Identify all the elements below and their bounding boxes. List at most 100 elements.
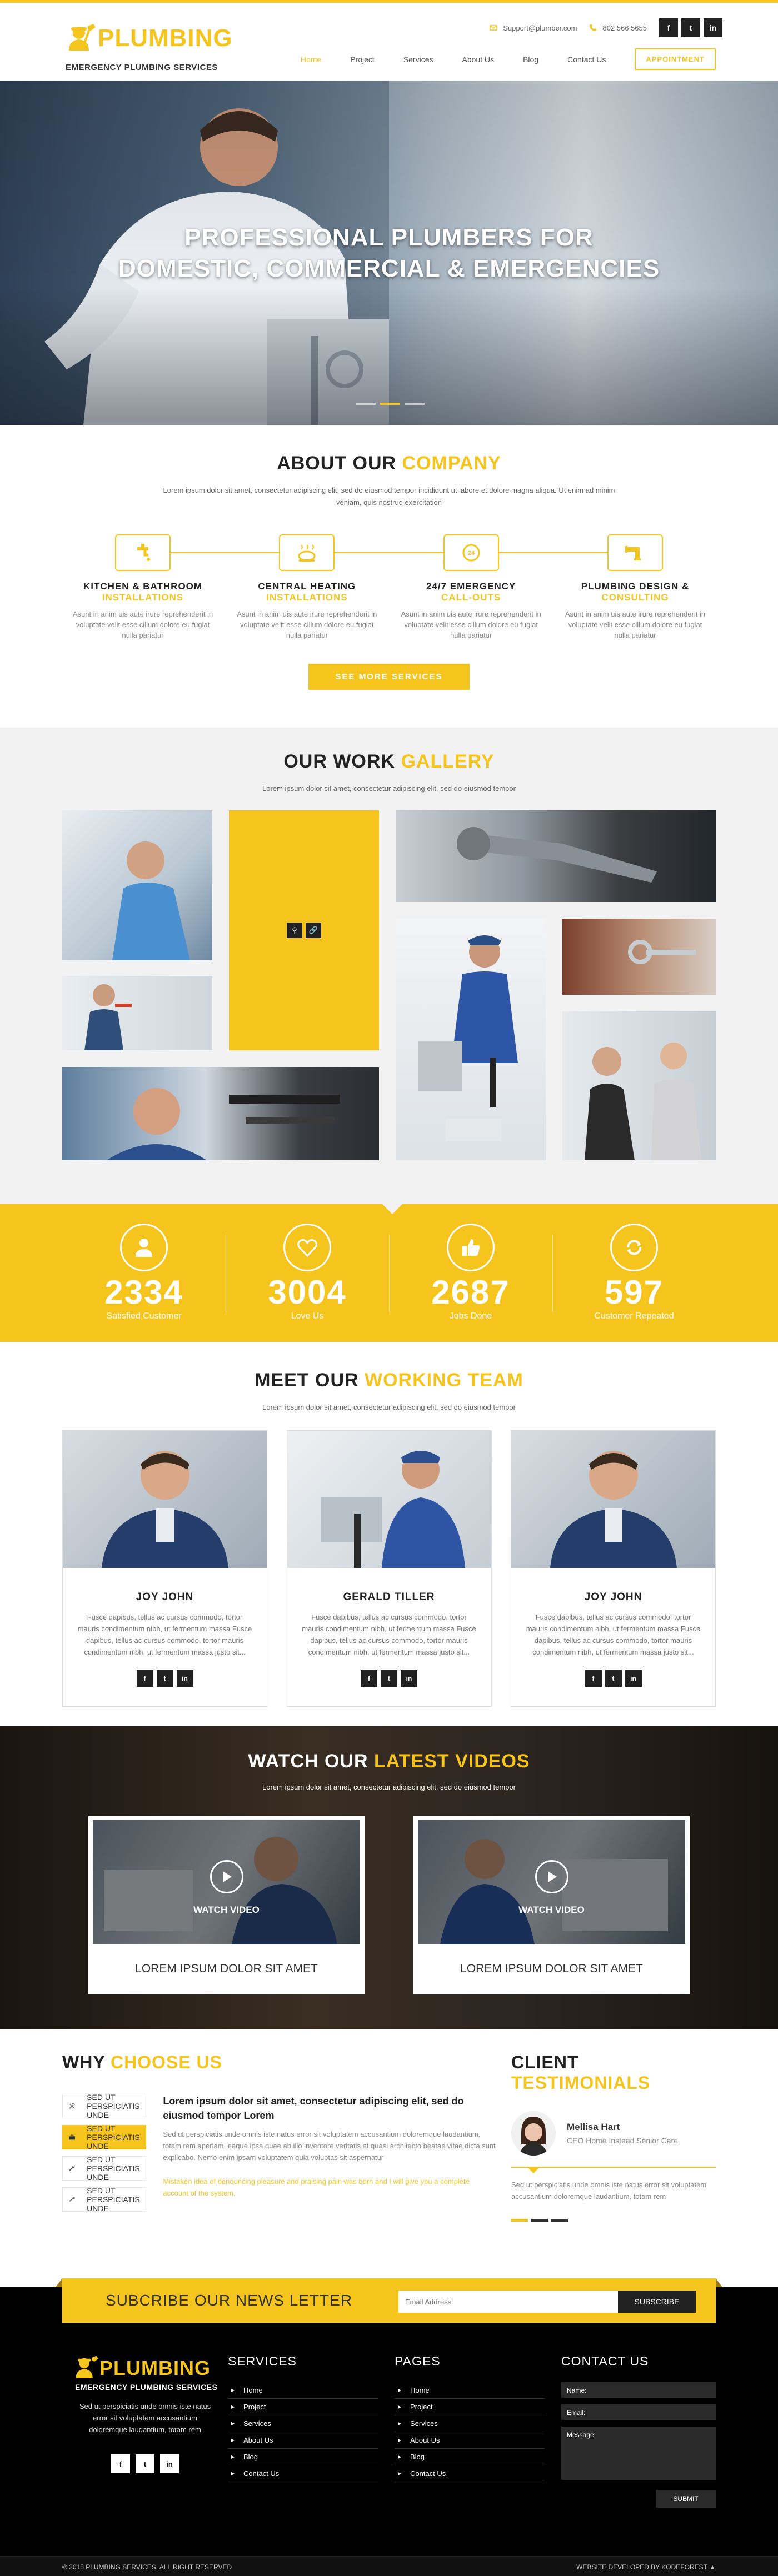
twitter-icon[interactable]: t [605,1670,622,1687]
link-icon[interactable]: 🔗 [306,923,321,938]
why-tab[interactable]: SED UT PERSPICIATIS UNDE [62,2093,147,2119]
gallery-image[interactable] [396,919,546,1160]
linkedin-icon[interactable]: in [401,1670,417,1687]
footer-link[interactable]: Contact Us [395,2465,545,2482]
appointment-button[interactable]: APPOINTMENT [635,48,716,70]
video-thumbnail[interactable]: WATCH VIDEO [93,1820,360,1944]
footer-link[interactable]: Project [228,2399,378,2415]
footer-link[interactable]: Project [395,2399,545,2415]
email-field[interactable]: Email: [561,2404,716,2420]
testimonials-title-main: CLIENT [511,2052,579,2072]
pager-dot[interactable] [531,2219,548,2222]
facebook-icon[interactable]: f [585,1670,602,1687]
footer-link[interactable]: Home [395,2382,545,2399]
pipe-icon [607,534,663,571]
footer-link[interactable]: About Us [395,2432,545,2449]
message-field[interactable]: Message: [561,2427,716,2480]
play-icon[interactable] [210,1860,243,1893]
thumbs-up-icon [447,1224,495,1271]
footer-link[interactable]: Services [228,2415,378,2432]
slider-dot[interactable] [356,403,376,405]
service-title: KITCHEN & BATHROOM [83,581,203,592]
stat-number: 2334 [104,1274,183,1311]
why-tab[interactable]: SED UT PERSPICIATIS UNDE [62,2155,147,2182]
twitter-icon[interactable]: t [156,1670,173,1687]
linkedin-icon[interactable]: in [160,2454,179,2473]
gallery-image[interactable] [562,919,716,995]
site-logo[interactable]: PLUMBING EMERGENCY PLUMBING SERVICES [66,21,233,72]
footer-pages-title: PAGES [395,2354,441,2368]
play-icon[interactable] [535,1860,568,1893]
nav-blog[interactable]: Blog [523,55,538,64]
facebook-icon[interactable]: f [659,18,678,37]
nav-project[interactable]: Project [350,55,375,64]
twitter-icon[interactable]: t [381,1670,397,1687]
gallery-image[interactable] [62,1067,379,1160]
twitter-icon[interactable]: t [681,18,700,37]
nav-home[interactable]: Home [301,55,321,64]
see-more-services-button[interactable]: SEE MORE SERVICES [308,664,470,690]
zoom-icon[interactable]: ⚲ [287,923,302,938]
name-field[interactable]: Name: [561,2382,716,2398]
video-card[interactable]: WATCH VIDEO LOREM IPSUM DOLOR SIT AMET [88,1816,365,1994]
submit-button[interactable]: SUBMIT [656,2490,716,2508]
slider-dot[interactable] [405,403,425,405]
pager-dot[interactable] [551,2219,568,2222]
facebook-icon[interactable]: f [361,1670,377,1687]
emergency-24-icon: 24 [443,534,499,571]
footer-logo[interactable]: PLUMBING EMERGENCY PLUMBING SERVICES [73,2354,217,2393]
footer-link[interactable]: Blog [228,2449,378,2465]
twitter-icon[interactable]: t [136,2454,154,2473]
team-member-card[interactable]: JOY JOHN Fusce dapibus, tellus ac cursus… [62,1430,267,1707]
team-member-card[interactable]: GERALD TILLER Fusce dapibus, tellus ac c… [286,1430,492,1707]
video-thumbnail[interactable]: WATCH VIDEO [418,1820,685,1944]
why-tab-active[interactable]: SED UT PERSPICIATIS UNDE [62,2124,147,2151]
why-tab[interactable]: SED UT PERSPICIATIS UNDE [62,2186,147,2213]
service-item[interactable]: KITCHEN & BATHROOM INSTALLATIONS Asunt i… [62,534,223,640]
footer-link[interactable]: Services [395,2415,545,2432]
nav-about-us[interactable]: About Us [462,55,495,64]
video-card[interactable]: WATCH VIDEO LOREM IPSUM DOLOR SIT AMET [413,1816,690,1994]
service-item[interactable]: 24 24/7 EMERGENCY CALL-OUTS Asunt in ani… [391,534,552,640]
facebook-icon[interactable]: f [136,1670,153,1687]
why-title-accent: CHOOSE US [110,2052,222,2072]
gallery-image[interactable] [396,810,716,902]
linkedin-icon[interactable]: in [625,1670,642,1687]
phone-contact[interactable]: 802 566 5655 [589,24,647,32]
footer-link[interactable]: Home [228,2382,378,2399]
logo-title: PLUMBING [98,24,233,52]
service-text: Asunt in anim uis aute irure reprehender… [565,610,706,639]
stat-item: 597 Customer Repeated [552,1224,716,1321]
service-item[interactable]: CENTRAL HEATING INSTALLATIONS Asunt in a… [226,534,387,640]
footer-link[interactable]: Blog [395,2449,545,2465]
why-tab-label: SED UT PERSPICIATIS UNDE [87,2124,140,2151]
facebook-icon[interactable]: f [111,2454,130,2473]
slider-dot-active[interactable] [380,403,400,405]
nav-contact-us[interactable]: Contact Us [567,55,606,64]
pager-dot-active[interactable] [511,2219,528,2222]
gallery-image[interactable] [62,810,212,960]
subscribe-button[interactable]: SUBSCRIBE [618,2291,696,2313]
email-contact[interactable]: Support@plumber.com [490,24,577,32]
site-footer: SUBCRIBE OUR NEWS LETTER SUBSCRIBE PLUMB… [0,2278,778,2576]
nav-services[interactable]: Services [403,55,433,64]
about-title-accent: COMPANY [402,453,501,474]
why-title-main: WHY [62,2052,106,2072]
gallery-image[interactable] [62,976,212,1050]
linkedin-icon[interactable]: in [176,1670,193,1687]
newsletter-email-input[interactable] [398,2291,618,2313]
stat-number: 2687 [431,1274,510,1311]
stat-label: Satisfied Customer [106,1311,182,1321]
gallery-image-hover[interactable]: ⚲ 🔗 [229,810,379,1050]
team-member-social: f t in [287,1670,491,1687]
phone-icon [590,24,597,31]
newsletter-form: SUBSCRIBE [398,2291,696,2313]
linkedin-icon[interactable]: in [704,18,722,37]
service-item[interactable]: PLUMBING DESIGN & CONSULTING Asunt in an… [555,534,716,640]
why-tab-label: SED UT PERSPICIATIS UNDE [87,2186,140,2213]
team-member-card[interactable]: JOY JOHN Fusce dapibus, tellus ac cursus… [511,1430,716,1707]
footer-link[interactable]: About Us [228,2432,378,2449]
gallery-image[interactable] [562,1011,716,1160]
footer-link[interactable]: Contact Us [228,2465,378,2482]
heater-icon [279,534,335,571]
